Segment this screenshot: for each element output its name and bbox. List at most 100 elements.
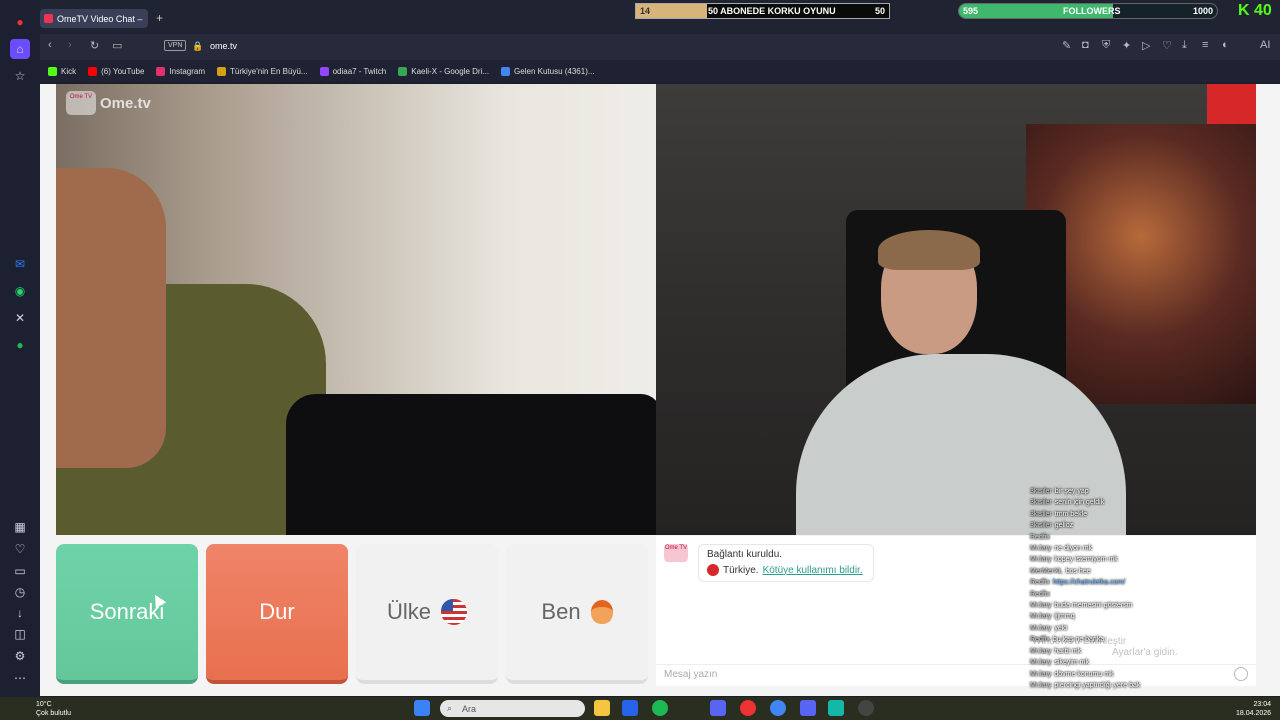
settings-gear-icon[interactable]: ⚙ [10,646,30,666]
taskbar-search[interactable]: ⌕ Ara [440,700,585,717]
screen-icon[interactable]: ▭ [112,39,122,52]
windows-taskbar: ⌕ Ara [0,697,1280,720]
play-icon[interactable]: ▷ [1142,39,1150,52]
country-button[interactable]: Ülke [356,544,498,684]
red-lamp [1207,84,1256,124]
chat-line: 3kisiler gelioz [1030,520,1230,531]
bookmark-item[interactable]: Gelen Kutusu (4361)... [501,66,595,76]
person-emoji-icon [590,600,613,624]
chat-line: MrJary yekt [1030,623,1230,634]
new-tab-button[interactable]: + [156,11,163,25]
downloads-nav-icon[interactable]: ⤓ [1182,39,1187,52]
download-icon[interactable]: ↓ [10,603,30,623]
followers-left: 595 [963,6,979,16]
system-message: Bağlantı kuruldu. Türkiye. Kötüye kullan… [698,544,874,582]
camera-icon[interactable]: ◘ [1082,39,1089,51]
chat-text: tmm bekle [1054,510,1088,518]
opera-taskbar-icon[interactable] [740,700,756,716]
partner-hand [56,168,166,468]
me-button[interactable]: Ben [506,544,648,684]
chrome-taskbar-icon[interactable] [770,700,786,716]
vpn-badge[interactable]: VPN [164,40,187,51]
app2-taskbar-icon[interactable] [828,700,844,716]
heart-nav-icon[interactable]: ♡ [1162,39,1172,52]
x-icon[interactable]: ✕ [10,308,30,328]
followers-right: 1000 [1192,6,1213,16]
bookmark-item[interactable]: Instagram [156,66,205,76]
partner-video [56,84,656,535]
messenger-icon[interactable]: ✉ [10,254,30,274]
chat-line: MrJary ne diyon mk [1030,543,1230,554]
bookmark-label: (6) YouTube [101,66,145,76]
more-icon[interactable]: ⋯ [10,668,30,688]
discord-taskbar-icon[interactable] [800,700,816,716]
chat-icon[interactable]: ▭ [10,561,30,581]
heart-icon[interactable]: ♡ [10,539,30,559]
weather-widget[interactable]: 10°C Çok bulutlu [36,700,71,718]
forward-icon[interactable]: › [68,39,72,51]
chat-line: MrJary sikeyim mk [1030,657,1230,668]
chat-user: MerMerXL [1030,567,1063,575]
bookmark-favicon-icon [501,66,511,76]
bookmark-item[interactable]: (6) YouTube [88,66,145,76]
bookmark-item[interactable]: Kaeli-X - Google Dri... [398,66,490,76]
bookmark-label: Türkiye'nin En Büyü... [230,66,308,76]
chat-text: sikeyim mk [1054,659,1090,667]
file-explorer-icon[interactable] [594,700,610,716]
chat-line: MerMerXL bos hee [1030,566,1230,577]
sub-goal-bar: 14 50 ABONEDE KORKU OYUNU 50 [635,3,890,19]
sub-goal-right: 50 [874,6,885,16]
history-icon[interactable]: ◷ [10,582,30,602]
bookmark-item[interactable]: Kick [48,66,76,76]
chat-text: bos hee [1065,567,1091,575]
chat-line: Redfix bu kaş ne banka [1030,634,1230,645]
ometv-logo: Ome TV Ome.tv [66,91,151,115]
bookmark-label: Kaeli-X - Google Dri... [411,66,490,76]
reload-icon[interactable]: ↻ [90,39,99,52]
opera-logo-icon[interactable]: ● [10,12,30,32]
chat-line: 3kisiler senin için geldik [1030,497,1230,508]
whatsapp-icon[interactable]: ◉ [10,281,30,301]
start-icon[interactable] [414,700,430,716]
shield-icon[interactable]: ⛨ [1102,39,1110,52]
spotify-icon[interactable]: ● [10,335,30,355]
chat-line: MrJary piercingi yaptırdığı yere bak [1030,680,1230,691]
chat-text: harbi mk [1054,647,1082,655]
taskbar-clock[interactable]: 23:04 18.04.2026 [1236,700,1271,718]
ai-icon[interactable]: AI [1260,39,1270,51]
profile-icon[interactable]: ◐ [1222,39,1229,51]
menu-icon[interactable]: ≡ [1202,39,1208,51]
report-abuse-link[interactable]: Kötüye kullanımı bildir. [763,565,863,576]
chat-user: Redfix [1030,533,1050,541]
chat-user: MrJary [1030,670,1052,678]
chat-user: MrJary [1030,545,1052,553]
next-button[interactable]: Sonraki [56,544,198,684]
search-icon: ⌕ [447,703,453,713]
cube-icon[interactable]: ◫ [10,624,30,644]
home-icon[interactable]: ⌂ [10,39,30,59]
url-text[interactable]: ome.tv [210,41,237,51]
star-icon[interactable]: ☆ [10,66,30,86]
store-icon[interactable] [622,700,638,716]
app-taskbar-icon[interactable] [710,700,726,716]
spotify-taskbar-icon[interactable] [652,700,668,716]
extension-icon[interactable]: ✦ [1122,39,1131,52]
chat-text: ijjmmq [1054,613,1075,621]
tab-ometv[interactable]: OmeTV Video Chat – [40,9,148,28]
chat-text: piercingi yaptırdığı yere bak [1054,681,1141,689]
edit-icon[interactable]: ✎ [1062,39,1071,52]
chat-line: Redfix [1030,532,1230,543]
bookmark-item[interactable]: Türkiye'nin En Büyü... [217,66,308,76]
back-icon[interactable]: ‹ [48,39,52,51]
stop-button[interactable]: Dur [206,544,348,684]
bookmark-favicon-icon [398,66,408,76]
obs-taskbar-icon[interactable] [858,700,874,716]
bookmark-item[interactable]: odiaa7 - Twitch [319,66,386,76]
sub-goal-title: 50 ABONEDE KORKU OYUNU [708,6,836,16]
weather-desc: Çok bulutlu [36,710,72,717]
apps-icon[interactable]: ▦ [10,517,30,537]
clock-date: 18.04.2026 [1236,710,1272,717]
chat-user: MrJary [1030,556,1052,564]
kick-counter: K 40 [1238,2,1272,19]
emoji-icon[interactable] [1234,667,1248,681]
